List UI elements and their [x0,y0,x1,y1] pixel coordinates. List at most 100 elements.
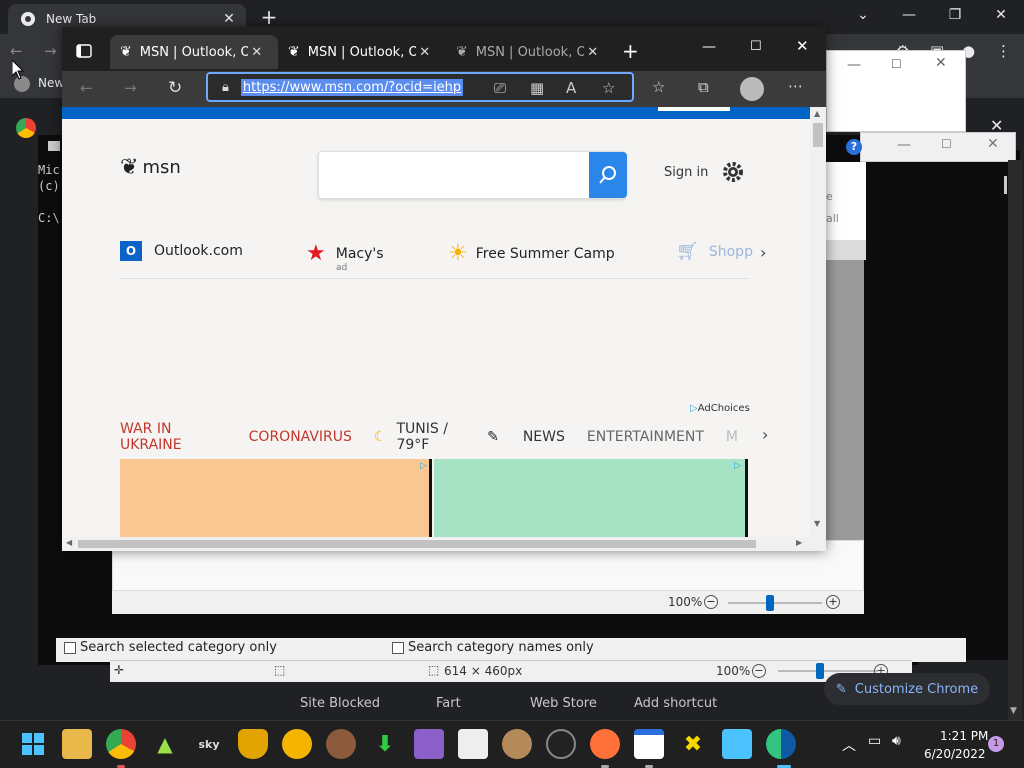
search-input[interactable] [318,151,627,199]
zoom-slider-thumb[interactable] [816,663,824,679]
new-tab-button[interactable]: + [622,39,639,63]
checkbox-category-names[interactable] [392,642,404,654]
firefox-icon[interactable] [590,729,620,759]
document-icon[interactable] [458,729,488,759]
topic-news[interactable]: NEWS [523,429,565,445]
close-icon[interactable]: ✕ [416,45,434,60]
close-window-button[interactable]: ✕ [935,55,947,71]
search-button[interactable] [589,152,627,198]
scrollbar-thumb[interactable] [813,123,823,147]
shortcut-add[interactable]: Add shortcut [634,696,717,711]
add-favorite-icon[interactable]: ☆ [602,79,615,97]
address-bar[interactable]: 🔒︎ https://www.msn.com/?ocid=iehp ⎚ ▦ A … [206,72,634,102]
volume-icon[interactable]: 🔊︎ [892,733,901,749]
horizontal-scrollbar[interactable]: ◀ ▶ [62,537,826,551]
notification-badge[interactable]: 1 [988,736,1004,752]
quicklink-outlook[interactable]: O Outlook.com [120,241,243,261]
back-arrow-icon[interactable]: ← [10,42,23,60]
adchoices-link[interactable]: ▷AdChoices [690,403,750,414]
msn-logo[interactable]: ❦ msn [120,155,181,180]
forward-arrow-icon[interactable]: → [124,79,137,97]
chevron-down-icon[interactable]: ⌄ [840,0,886,30]
clock-time[interactable]: 1:21 PM [940,729,988,743]
favorites-icon[interactable]: ☆ [652,78,665,96]
shortcut-fart[interactable]: Fart [436,696,461,711]
back-arrow-icon[interactable]: ← [80,79,93,97]
bookmark-item[interactable]: New [38,76,64,90]
weather-location[interactable]: TUNIS / 79°F [396,421,477,453]
qr-code-icon[interactable]: ▦ [530,79,544,97]
minimize-button[interactable]: — [897,137,911,153]
scroll-down-arrow-icon[interactable]: ▼ [1010,706,1017,716]
zoom-out-button[interactable]: − [704,595,718,609]
x-app-icon[interactable]: ✖ [678,729,708,759]
maximize-button[interactable]: ☐ [941,137,952,151]
topic-war-in-ukraine[interactable]: WAR IN UKRAINE [120,421,227,453]
maximize-button[interactable]: ☐ [891,57,902,71]
customize-chrome-button[interactable]: ✎ Customize Chrome [824,673,990,705]
download-arrow-icon[interactable]: ⬇ [370,729,400,759]
refresh-icon[interactable]: ↻ [168,78,182,98]
edge-tab[interactable]: ❦ MSN | Outlook, Off ✕ [110,35,278,69]
app-badge-icon[interactable] [282,729,312,759]
tab-actions-icon[interactable] [76,43,92,59]
edge-tab[interactable]: ❦ MSN | Outlook, Off ✕ [278,35,446,69]
shortcut-site-blocked[interactable]: Site Blocked [300,696,380,711]
shield-icon[interactable] [238,729,268,759]
zoom-in-button[interactable]: + [826,595,840,609]
sky-app-icon[interactable]: sky [194,729,224,759]
clock-date[interactable]: 6/20/2022 [924,747,986,761]
profile-avatar[interactable] [740,77,764,101]
gear-icon[interactable] [722,161,744,183]
close-icon[interactable]: ✕ [584,45,602,60]
edge-taskbar-icon[interactable] [766,729,796,759]
coffee-bean-icon[interactable] [326,729,356,759]
chrome-taskbar-icon[interactable] [106,729,136,759]
network-icon[interactable]: ▭ [868,733,881,749]
notepad-icon[interactable] [722,729,752,759]
ad-banner-left[interactable]: ▷ [120,459,432,537]
pencil-icon[interactable]: ✎ [487,429,499,445]
read-aloud-icon[interactable]: A [566,79,576,97]
chrome-scrollbar[interactable]: ▼ [1008,160,1022,720]
topic-coronavirus[interactable]: CORONAVIRUS [249,429,352,445]
quicklink-summer-camp[interactable]: ☀ Free Summer Camp [448,241,615,266]
scroll-up-arrow-icon[interactable]: ▲ [814,109,820,118]
zoom-slider-thumb[interactable] [766,595,774,611]
checkbox-selected-category[interactable] [64,642,76,654]
url-text[interactable]: https://www.msn.com/?ocid=iehp [240,78,464,96]
collections-icon[interactable]: ⧉ [698,78,709,96]
monkey-icon[interactable] [502,729,532,759]
restore-button[interactable]: ❐ [932,0,978,30]
scroll-right-arrow-icon[interactable]: ▶ [796,538,802,547]
maximize-button[interactable]: ☐ [750,39,762,54]
quicklink-macys[interactable]: ★ Macy's ad [306,241,384,273]
vertical-scrollbar[interactable]: ▲ ▼ [810,107,826,537]
scrollbar-thumb[interactable] [78,540,756,548]
close-icon[interactable]: ✕ [248,45,266,60]
window-app-icon[interactable] [634,729,664,759]
app-puzzle-icon[interactable] [414,729,444,759]
help-button[interactable]: ? [846,139,862,155]
zoom-slider-track[interactable] [778,670,878,672]
file-explorer-icon[interactable] [62,729,92,759]
close-window-button[interactable]: ✕ [987,136,999,152]
quicklink-shopping[interactable]: 🛒︎ Shopp [676,241,753,262]
scroll-left-arrow-icon[interactable]: ◀ [66,538,72,547]
start-windows-icon[interactable] [18,729,48,759]
edge-tab[interactable]: ❦ MSN | Outlook, Off ✕ [446,35,614,69]
minimize-button[interactable]: — [847,57,861,73]
chevron-up-icon[interactable]: ︿ [842,735,856,755]
sign-in-link[interactable]: Sign in [664,165,708,180]
close-icon[interactable]: ✕ [220,10,238,28]
app-circle-icon[interactable] [546,729,576,759]
close-window-button[interactable]: ✕ [978,0,1024,30]
minimize-button[interactable]: — [702,39,716,55]
ad-banner-right[interactable]: ▷ [434,459,748,537]
scroll-down-arrow-icon[interactable]: ▼ [814,519,820,528]
topic-more[interactable]: M [726,429,738,445]
ad-info-icon[interactable]: ▷ [734,461,741,471]
shortcut-web-store[interactable]: Web Store [530,696,597,711]
ad-info-icon[interactable]: ▷ [420,461,427,471]
menu-dots-icon[interactable]: ⋮ [996,42,1011,60]
